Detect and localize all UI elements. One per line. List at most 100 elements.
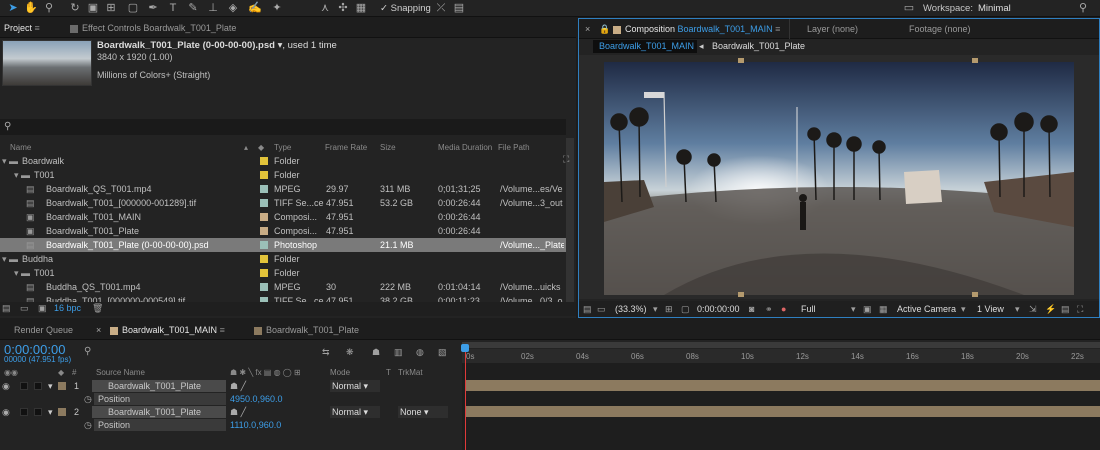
comp-mini-flowchart-icon[interactable]: ⇆ xyxy=(322,347,330,358)
project-item-row[interactable]: ▤ Boardwalk_T001_[000000-001289].tif TIFF … xyxy=(0,196,566,210)
rectangle-tool-icon[interactable]: ▢ xyxy=(126,1,140,15)
interpret-footage-icon[interactable]: ▤ xyxy=(2,303,11,314)
roto-brush-tool-icon[interactable]: ✍ xyxy=(248,1,262,15)
col-header-media-duration[interactable]: Media Duration xyxy=(438,142,492,154)
bounding-handle[interactable] xyxy=(738,292,744,297)
selection-tool-icon[interactable]: ➤ xyxy=(6,1,20,15)
solo-toggle[interactable] xyxy=(20,382,28,390)
clone-stamp-tool-icon[interactable]: ⊥ xyxy=(206,1,220,15)
bpc-toggle[interactable]: 16 bpc xyxy=(54,303,81,313)
breadcrumb-main[interactable]: Boardwalk_T001_MAIN xyxy=(593,40,697,53)
project-item-row[interactable]: ▾ ▬ T001 Folder xyxy=(0,168,566,182)
lock-icon[interactable]: 🔒 xyxy=(599,19,610,39)
layer-source-name[interactable]: Boardwalk_T001_Plate xyxy=(92,380,226,392)
snapshot-icon[interactable]: ◙ xyxy=(749,301,754,317)
magnification-dropdown[interactable]: (33.3%) xyxy=(615,301,647,317)
tab-footage[interactable]: Footage (none) xyxy=(909,19,971,39)
label-swatch[interactable] xyxy=(260,185,268,193)
layer-source-name[interactable]: Boardwalk_T001_Plate xyxy=(92,406,226,418)
project-item-row[interactable]: ▾ ▬ Boardwalk Folder xyxy=(0,154,566,168)
shy-layers-icon[interactable]: ☗ xyxy=(372,347,380,358)
pen-tool-icon[interactable]: ✒ xyxy=(146,1,160,15)
search-help-icon[interactable]: ⚲ xyxy=(1076,1,1090,15)
project-item-row[interactable]: ▾ ▬ T001 Folder xyxy=(0,266,566,280)
col-header-name[interactable]: Name xyxy=(10,142,31,154)
breadcrumb-plate[interactable]: Boardwalk_T001_Plate xyxy=(712,40,805,53)
layer-bar-1[interactable] xyxy=(466,380,1100,391)
channel-icon[interactable]: ● xyxy=(781,301,786,317)
zoom-tool-icon[interactable]: ⚲ xyxy=(42,1,56,15)
tab-layer[interactable]: Layer (none) xyxy=(807,19,858,39)
blend-mode-dropdown[interactable]: Normal ▾ xyxy=(330,380,380,392)
label-swatch[interactable] xyxy=(58,408,66,416)
bounding-handle[interactable] xyxy=(972,292,978,297)
hand-tool-icon[interactable]: ✋ xyxy=(24,1,38,15)
pan-behind-tool-icon[interactable]: ⊞ xyxy=(104,1,118,15)
playhead-line[interactable] xyxy=(465,346,466,450)
resolution-dropdown[interactable]: Full xyxy=(801,301,816,317)
layer-switches-icons[interactable]: ☗ ╱ xyxy=(230,380,246,392)
blend-mode-dropdown[interactable]: Normal ▾ xyxy=(330,406,380,418)
tab-timeline-plate[interactable]: Boardwalk_T001_Plate xyxy=(254,320,359,340)
label-swatch[interactable] xyxy=(58,382,66,390)
layer-switches-icons[interactable]: ☗ ╱ xyxy=(230,406,246,418)
project-item-row[interactable]: ▤ Boardwalk_QS_T001.mp4 MPEG 29.97 311 MB 0;0… xyxy=(0,182,566,196)
fast-previews-icon[interactable]: ⚡ xyxy=(1045,301,1056,317)
vr-view-icon[interactable]: ▭ xyxy=(597,301,606,317)
label-swatch[interactable] xyxy=(260,269,268,277)
time-ruler[interactable] xyxy=(462,349,1100,363)
type-tool-icon[interactable]: T xyxy=(166,1,180,15)
flowchart-icon[interactable]: ⛶ xyxy=(1077,301,1083,317)
graph-editor-icon[interactable]: ▧ xyxy=(438,347,447,358)
stopwatch-icon[interactable]: ◷ xyxy=(84,419,92,431)
lock-toggle[interactable] xyxy=(34,382,42,390)
col-header-type[interactable]: Type xyxy=(274,142,291,154)
label-swatch[interactable] xyxy=(260,171,268,179)
axis-local-icon[interactable]: ⋏ xyxy=(318,1,332,15)
current-time-display[interactable]: 0:00:00:00 xyxy=(697,301,740,317)
visibility-eye-icon[interactable]: ◉ xyxy=(2,380,10,392)
timeline-property-row[interactable]: ◷ Position 4950.0,960.0 xyxy=(0,393,460,405)
new-comp-icon[interactable]: ▣ xyxy=(38,303,47,314)
flowchart-icon[interactable]: ⛶ xyxy=(563,154,569,165)
mask-visibility-icon[interactable]: ▢ xyxy=(681,301,690,317)
brush-tool-icon[interactable]: ✎ xyxy=(186,1,200,15)
pixel-aspect-icon[interactable]: ⇲ xyxy=(1029,301,1037,317)
label-swatch[interactable] xyxy=(260,241,268,249)
col-header-frame-rate[interactable]: Frame Rate xyxy=(325,142,367,154)
project-item-row[interactable]: ▣ Boardwalk_T001_Plate Composi... 47.951 0:0… xyxy=(0,224,566,238)
timeline-property-row[interactable]: ◷ Position 1110.0,960.0 xyxy=(0,419,460,431)
col-header-file-path[interactable]: File Path xyxy=(498,142,530,154)
snap-option-icon[interactable]: ⤫ xyxy=(434,1,448,15)
project-item-row[interactable]: ▣ Boardwalk_T001_MAIN Composi... 47.951 0:00… xyxy=(0,210,566,224)
col-header-size[interactable]: Size xyxy=(380,142,396,154)
tab-project[interactable]: Project ≡ xyxy=(4,18,40,38)
motion-blur-icon[interactable]: ◍ xyxy=(416,347,424,358)
solo-toggle[interactable] xyxy=(20,408,28,416)
axis-world-icon[interactable]: ✣ xyxy=(336,1,350,15)
tab-timeline-main[interactable]: Boardwalk_T001_MAIN ≡ xyxy=(110,320,225,340)
close-icon[interactable]: × xyxy=(585,19,590,39)
puppet-pin-tool-icon[interactable]: ✦ xyxy=(270,1,284,15)
col-header-source-name[interactable]: Source Name xyxy=(96,368,145,378)
timeline-icon[interactable]: ▤ xyxy=(1061,301,1070,317)
rotate-tool-icon[interactable]: ↻ xyxy=(68,1,82,15)
label-swatch[interactable] xyxy=(260,255,268,263)
show-snapshot-icon[interactable]: ⚭ xyxy=(765,301,773,317)
visibility-eye-icon[interactable]: ◉ xyxy=(2,406,10,418)
bounding-handle[interactable] xyxy=(972,58,978,63)
snap-grid-icon[interactable]: ▤ xyxy=(452,1,466,15)
playhead-handle[interactable] xyxy=(461,344,469,352)
label-swatch[interactable] xyxy=(260,227,268,235)
composition-viewer-image[interactable] xyxy=(604,62,1074,295)
eraser-tool-icon[interactable]: ◈ xyxy=(226,1,240,15)
view-layout-dropdown[interactable]: 1 View xyxy=(977,301,1004,317)
trash-icon[interactable]: 🗑 xyxy=(92,303,103,314)
tab-composition[interactable]: Composition Boardwalk_T001_MAIN ≡ xyxy=(613,19,780,39)
label-swatch[interactable] xyxy=(260,283,268,291)
workspace-dropdown[interactable]: Minimal xyxy=(978,0,1011,17)
lock-toggle[interactable] xyxy=(34,408,42,416)
trkmat-dropdown[interactable]: None ▾ xyxy=(398,406,448,418)
close-icon[interactable]: × xyxy=(96,320,101,340)
expand-arrow-icon[interactable]: ▾ xyxy=(48,380,53,392)
